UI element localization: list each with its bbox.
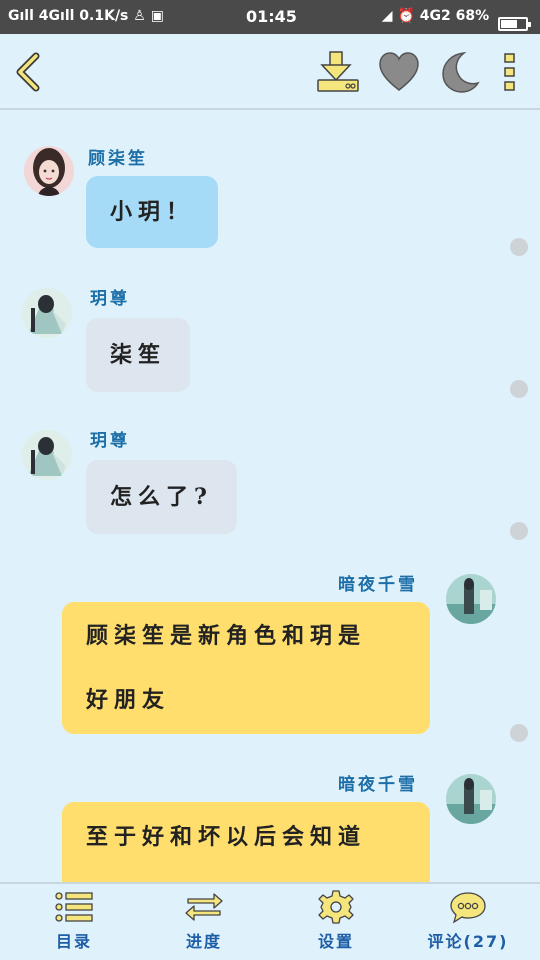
bottom-navigation: 目录 进度 设置 评论(27) xyxy=(0,882,540,960)
mute-icon: ◢ xyxy=(381,8,393,24)
back-button[interactable] xyxy=(12,50,48,94)
nav-settings[interactable]: 设置 xyxy=(286,890,386,956)
qq-icon: ♙ xyxy=(133,8,146,24)
nav-label: 目录 xyxy=(55,932,92,951)
message-line: 好朋友 xyxy=(86,687,171,713)
battery-label: 68% xyxy=(455,8,490,24)
bubble-indicator-dot[interactable] xyxy=(510,238,528,256)
moon-icon xyxy=(442,52,480,93)
download-button[interactable] xyxy=(316,50,362,94)
sender-name: 暗夜千雪 xyxy=(338,575,418,595)
sender-name: 暗夜千雪 xyxy=(338,775,418,795)
battery-fill xyxy=(501,20,518,28)
more-options-button[interactable] xyxy=(498,50,522,94)
bubble-indicator-dot[interactable] xyxy=(510,522,528,540)
nav-label: 设置 xyxy=(317,932,354,951)
nav-progress[interactable]: 进度 xyxy=(154,890,254,956)
network2-label: 4G2 xyxy=(419,8,451,24)
nav-label: 评论(27) xyxy=(427,932,509,951)
sender-name: 玥尊 xyxy=(90,289,130,309)
status-left: Gıll 4Gıll 0.1K/s ♙ ▣ xyxy=(8,8,164,24)
comment-bubble-icon xyxy=(450,892,486,924)
list-icon xyxy=(55,892,93,922)
avatar[interactable] xyxy=(24,146,74,196)
battery-icon xyxy=(498,17,531,31)
bubble-indicator-dot[interactable] xyxy=(510,724,528,742)
night-mode-button[interactable] xyxy=(438,50,480,94)
clock: 01:45 xyxy=(246,7,297,26)
favorite-button[interactable] xyxy=(378,50,420,94)
signal-label: G xyxy=(8,8,20,24)
gear-icon xyxy=(318,890,354,924)
avatar-scenery-image xyxy=(446,574,496,624)
notification-icon: ▣ xyxy=(150,8,164,24)
chat-area[interactable]: 顾柒笙 小玥！ 玥尊 柒笙 玥尊 怎么了? 暗夜千雪 顾柒笙是新角色和玥是 好朋… xyxy=(0,112,540,882)
avatar[interactable] xyxy=(22,430,72,480)
heart-icon xyxy=(379,52,419,91)
avatar[interactable] xyxy=(446,574,496,624)
speed-label: 0.1K/s xyxy=(79,8,129,24)
nav-catalog[interactable]: 目录 xyxy=(24,890,124,956)
status-bar: Gıll 4Gıll 0.1K/s ♙ ▣ 01:45 ◢ ⏰ 4G2 68% xyxy=(0,0,540,34)
more-vertical-icon xyxy=(504,53,515,91)
swap-arrows-icon xyxy=(185,893,223,921)
top-toolbar xyxy=(0,34,540,110)
back-arrow-icon xyxy=(16,52,40,92)
avatar-scenery-image xyxy=(446,774,496,824)
alarm-icon: ⏰ xyxy=(397,8,415,24)
sender-name: 玥尊 xyxy=(90,431,130,451)
nav-comments[interactable]: 评论(27) xyxy=(418,890,518,956)
sender-name: 顾柒笙 xyxy=(88,149,148,169)
avatar-swordsman-image xyxy=(22,288,72,338)
message-line: 顾柒笙是新角色和玥是 xyxy=(86,623,367,649)
bubble-indicator-dot[interactable] xyxy=(510,380,528,398)
nav-label: 进度 xyxy=(185,932,222,951)
avatar[interactable] xyxy=(446,774,496,824)
download-icon xyxy=(317,51,359,92)
network-label: 4G xyxy=(38,8,61,24)
message-bubble[interactable]: 柒笙 xyxy=(86,318,191,392)
avatar[interactable] xyxy=(22,288,72,338)
avatar-swordsman-image xyxy=(22,430,72,480)
message-bubble[interactable]: 顾柒笙是新角色和玥是 好朋友 xyxy=(62,602,430,734)
avatar-girl-image xyxy=(24,146,74,196)
message-bubble[interactable]: 小玥！ xyxy=(86,176,219,248)
message-bubble[interactable]: 怎么了? xyxy=(86,460,237,534)
status-right: ◢ ⏰ 4G2 68% xyxy=(381,8,531,31)
message-bubble[interactable]: 至于好和坏以后会知道 xyxy=(62,802,430,882)
